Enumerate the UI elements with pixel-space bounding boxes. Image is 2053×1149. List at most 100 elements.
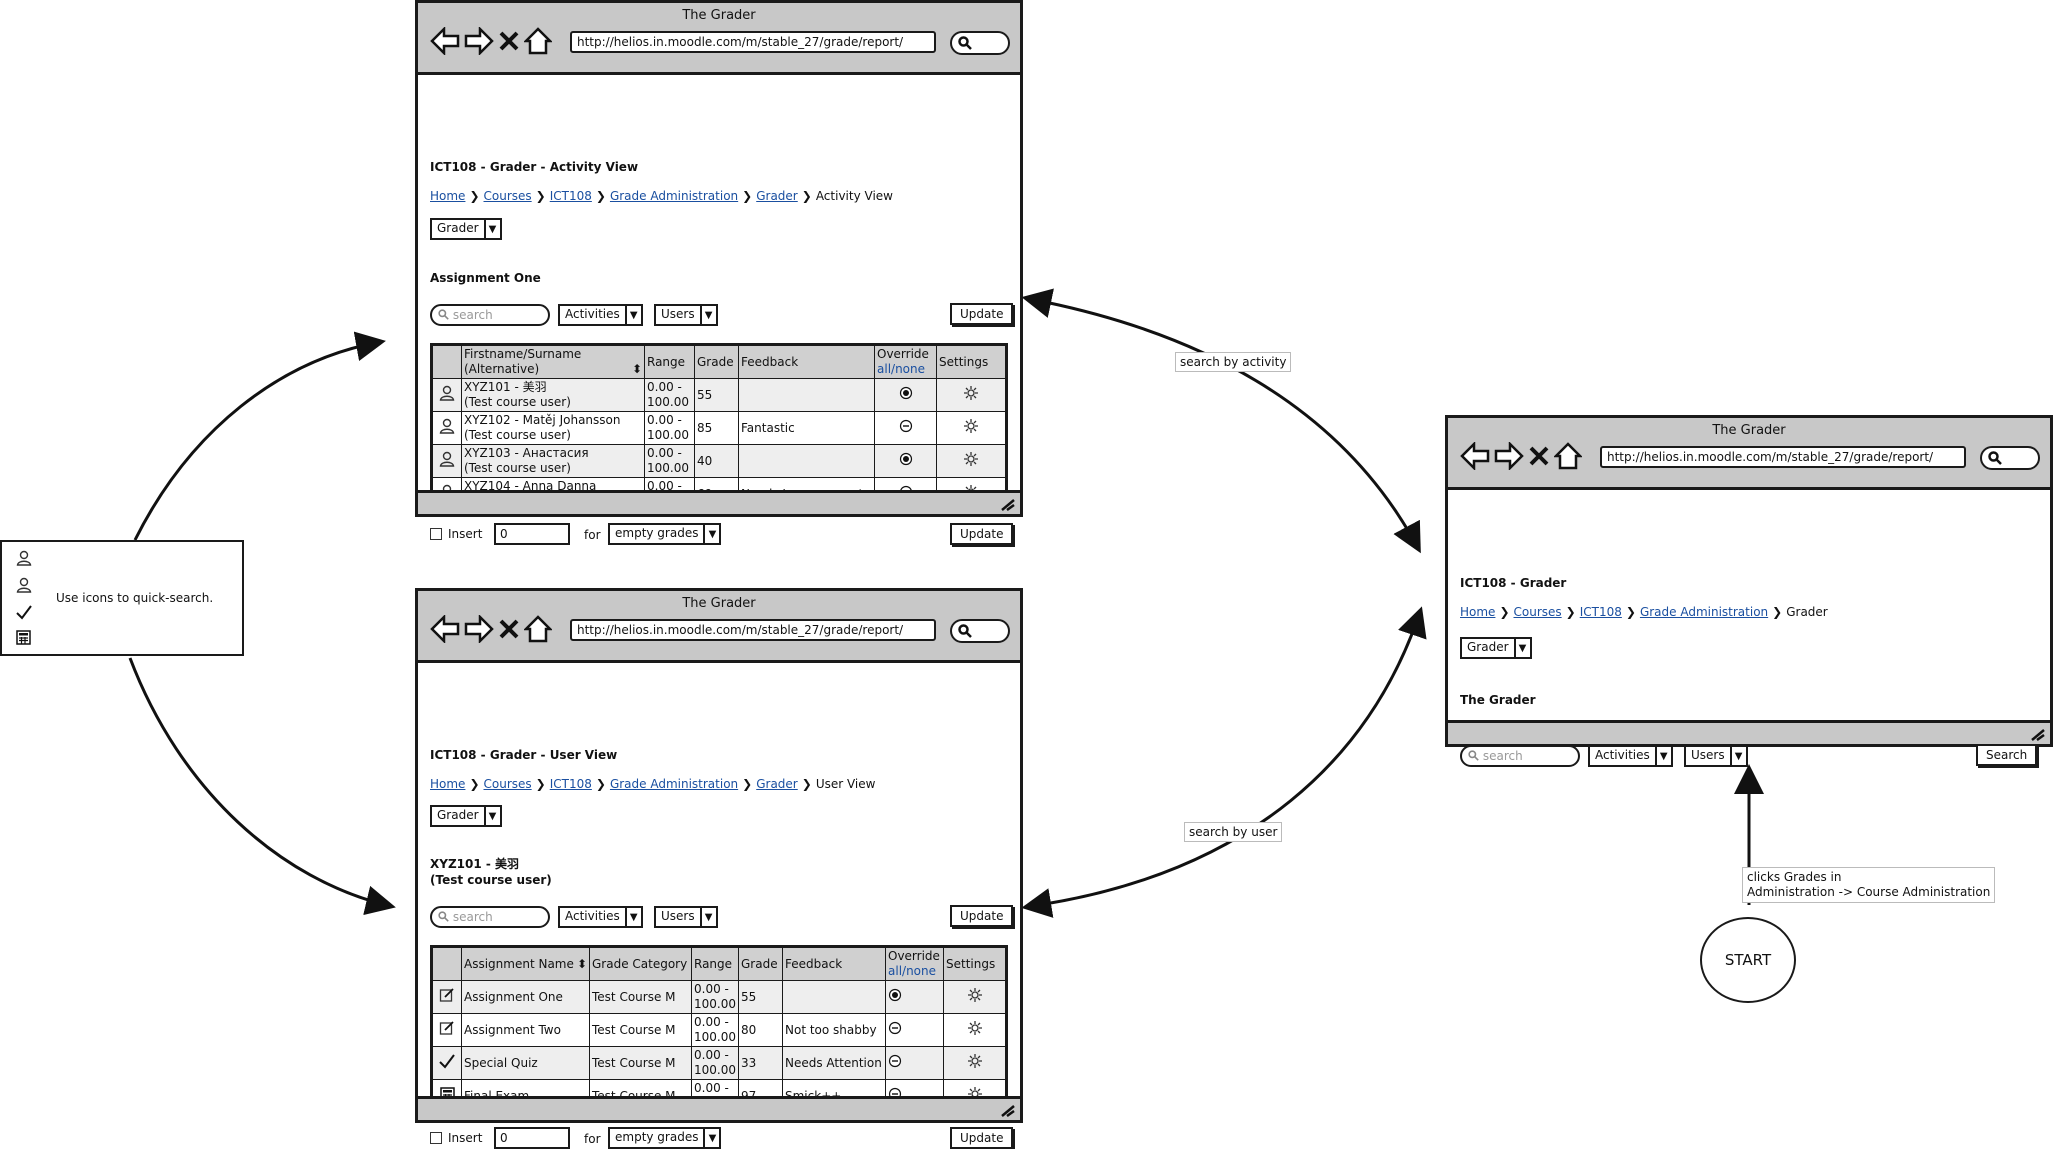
user-icon[interactable] (439, 418, 455, 437)
users-select[interactable]: Users ▼ (654, 304, 718, 326)
home-icon[interactable] (524, 615, 552, 643)
gear-icon[interactable] (967, 988, 983, 1006)
column-header-feedback: Feedback (738, 344, 875, 379)
cell-grade: 40 (694, 444, 739, 478)
chevron-right-icon: ❯ (535, 777, 546, 791)
breadcrumb-current: User View (815, 777, 876, 791)
gear-icon[interactable] (963, 386, 979, 404)
chevron-down-icon: ▼ (699, 306, 716, 324)
override-radio[interactable] (899, 419, 913, 436)
update-button-bottom[interactable]: Update (950, 523, 1014, 545)
forward-icon[interactable] (1494, 442, 1524, 470)
resize-grip-icon[interactable] (1000, 1103, 1016, 1117)
column-header-assignment[interactable]: Assignment Name ⬍ (461, 946, 590, 981)
user-icon[interactable] (439, 451, 455, 470)
gear-icon[interactable] (967, 1054, 983, 1072)
override-radio[interactable] (888, 1021, 902, 1038)
report-select[interactable]: Grader ▼ (1460, 637, 1532, 659)
sort-icon[interactable]: ⬍ (632, 362, 642, 377)
breadcrumb-grader[interactable]: Grader (756, 777, 798, 791)
forward-icon[interactable] (464, 27, 494, 55)
home-icon[interactable] (524, 27, 552, 55)
breadcrumb-admin[interactable]: Grade Administration (610, 189, 738, 203)
breadcrumb-grader[interactable]: Grader (756, 189, 798, 203)
page-title: ICT108 - Grader (1460, 576, 1567, 590)
report-select[interactable]: Grader ▼ (430, 805, 502, 827)
user-icon[interactable] (439, 385, 455, 404)
home-icon[interactable] (1554, 442, 1582, 470)
table-row: XYZ101 - 美羽 (Test course user) 0.00 - 100.… (431, 378, 1007, 412)
search-input[interactable]: search (430, 906, 550, 928)
address-bar[interactable]: http://helios.in.moodle.com/m/stable_27/… (570, 619, 936, 641)
report-select[interactable]: Grader ▼ (430, 218, 502, 240)
update-button[interactable]: Update (950, 905, 1014, 927)
breadcrumb-courses[interactable]: Courses (1514, 605, 1562, 619)
resize-grip-icon[interactable] (1000, 497, 1016, 511)
insert-checkbox[interactable] (430, 1132, 442, 1144)
update-button-bottom[interactable]: Update (950, 1127, 1014, 1149)
address-bar[interactable]: http://helios.in.moodle.com/m/stable_27/… (1600, 446, 1966, 468)
edit-icon[interactable] (439, 988, 455, 1006)
breadcrumb-courses[interactable]: Courses (484, 189, 532, 203)
back-icon[interactable] (1460, 442, 1490, 470)
cell-override (885, 980, 944, 1014)
legend-text: Use icons to quick-search. (56, 591, 214, 605)
gear-icon[interactable] (967, 1021, 983, 1039)
override-radio[interactable] (899, 386, 913, 403)
stop-icon[interactable] (498, 27, 520, 55)
gear-icon[interactable] (963, 419, 979, 437)
sort-icon[interactable]: ⬍ (577, 957, 587, 972)
stop-icon[interactable] (498, 615, 520, 643)
resize-grip-icon[interactable] (2030, 727, 2046, 741)
address-bar[interactable]: http://helios.in.moodle.com/m/stable_27/… (570, 31, 936, 53)
breadcrumb-course[interactable]: ICT108 (550, 777, 592, 791)
empty-grades-select[interactable]: empty grades ▼ (608, 1127, 722, 1149)
breadcrumb-admin[interactable]: Grade Administration (610, 777, 738, 791)
insert-value-input[interactable]: 0 (494, 1127, 570, 1149)
breadcrumb-home[interactable]: Home (430, 189, 465, 203)
activities-select[interactable]: Activities ▼ (1588, 745, 1673, 767)
breadcrumb-course[interactable]: ICT108 (550, 189, 592, 203)
users-select[interactable]: Users ▼ (1684, 745, 1748, 767)
override-all-none-link[interactable]: all/none (888, 964, 936, 978)
cell-range: 0.00 - 100.00 (644, 378, 695, 412)
browser-search-box[interactable] (950, 31, 1010, 55)
breadcrumb-admin[interactable]: Grade Administration (1640, 605, 1768, 619)
insert-value-input[interactable]: 0 (494, 523, 570, 545)
update-button[interactable]: Update (950, 303, 1014, 325)
cell-range: 0.00 - 100.00 (691, 1046, 739, 1080)
activities-select[interactable]: Activities ▼ (558, 304, 643, 326)
insert-checkbox[interactable] (430, 528, 442, 540)
breadcrumb-home[interactable]: Home (1460, 605, 1495, 619)
search-button[interactable]: Search (1976, 744, 2038, 766)
search-input[interactable]: search (1460, 745, 1580, 767)
forward-icon[interactable] (464, 615, 494, 643)
browser-search-box[interactable] (1980, 446, 2040, 470)
empty-grades-select[interactable]: empty grades ▼ (608, 523, 722, 545)
check-icon[interactable] (439, 1054, 455, 1072)
breadcrumb-home[interactable]: Home (430, 777, 465, 791)
browser-search-box[interactable] (950, 619, 1010, 643)
override-radio[interactable] (899, 452, 913, 469)
breadcrumb: Home ❯ Courses ❯ ICT108 ❯ Grade Administrat… (430, 189, 893, 203)
column-header-range: Range (691, 946, 739, 981)
cell-grade: 33 (738, 1046, 783, 1080)
stop-icon[interactable] (1528, 442, 1550, 470)
activities-select[interactable]: Activities ▼ (558, 906, 643, 928)
back-icon[interactable] (430, 615, 460, 643)
cell-feedback (738, 378, 875, 412)
column-header-name[interactable]: Firstname/Surname (Alternative) ⬍ (461, 344, 645, 379)
users-select[interactable]: Users ▼ (654, 906, 718, 928)
breadcrumb-course[interactable]: ICT108 (1580, 605, 1622, 619)
override-all-none-link[interactable]: all/none (877, 362, 925, 376)
search-input[interactable]: search (430, 304, 550, 326)
override-radio[interactable] (888, 1054, 902, 1071)
cell-settings (943, 1046, 1007, 1080)
window-title: The Grader (682, 8, 756, 23)
override-radio[interactable] (888, 988, 902, 1005)
for-label: for (584, 1132, 601, 1146)
back-icon[interactable] (430, 27, 460, 55)
gear-icon[interactable] (963, 452, 979, 470)
breadcrumb-courses[interactable]: Courses (484, 777, 532, 791)
edit-icon[interactable] (439, 1021, 455, 1039)
